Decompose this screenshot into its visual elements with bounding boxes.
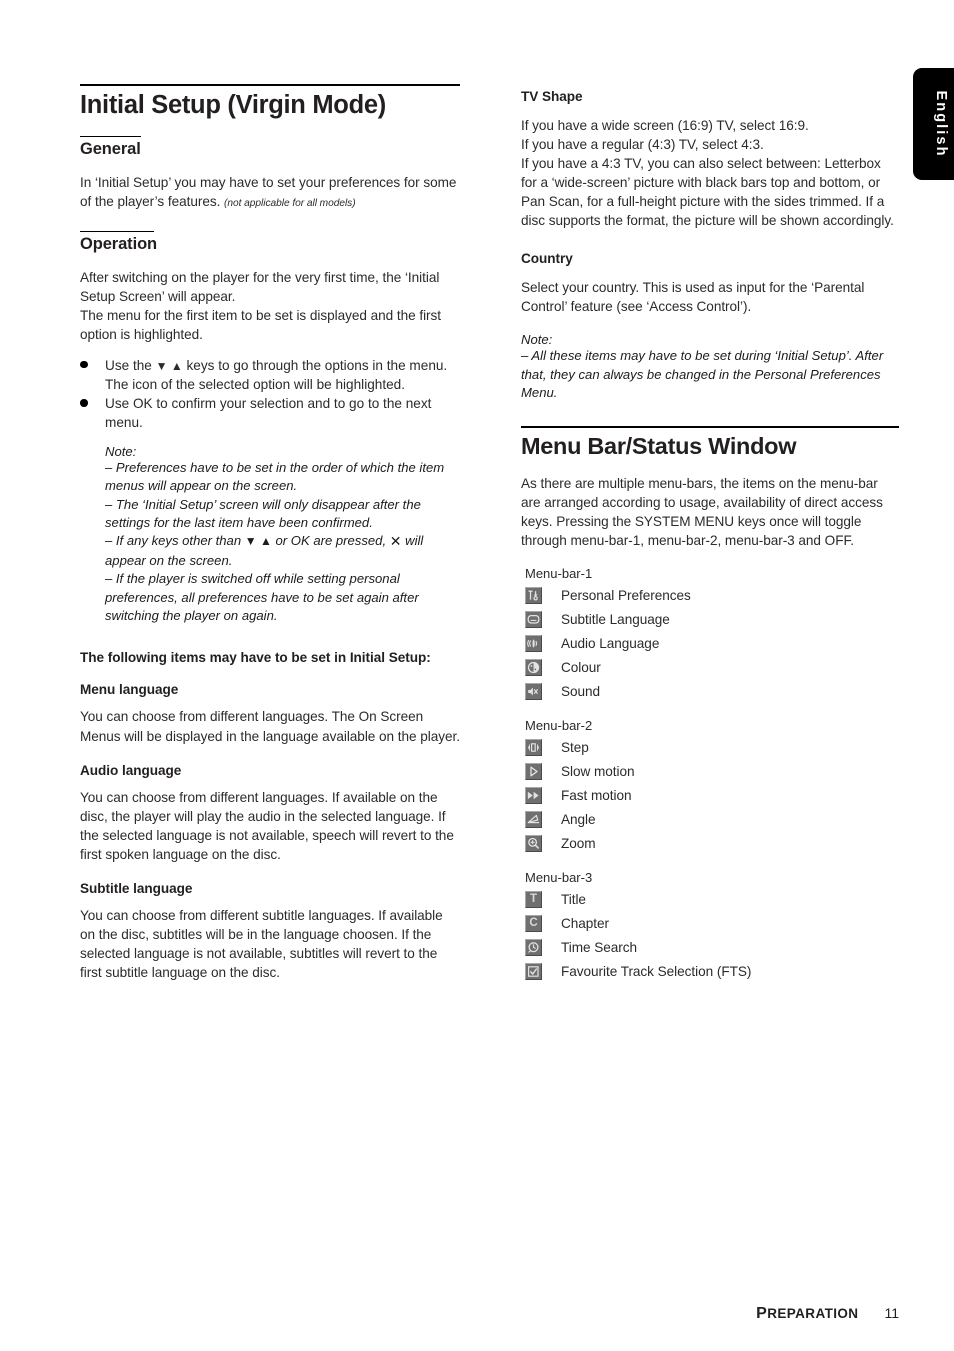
heading-subtitle-language: Subtitle language: [80, 880, 193, 896]
menu-item-sound[interactable]: Sound: [521, 680, 899, 704]
menu-item-audio-language[interactable]: Audio Language: [521, 632, 899, 656]
bullet-dot-icon: [80, 399, 88, 407]
note-3-pre: – If any keys other than: [105, 533, 245, 549]
heading-audio-language: Audio language: [80, 762, 182, 778]
menu-item-label: Sound: [561, 684, 601, 700]
note-item-4: – If the player is switched off while se…: [105, 571, 419, 623]
menu-item-fast-motion[interactable]: Fast motion: [521, 784, 899, 808]
subtitle-language-icon: [525, 611, 542, 629]
bullet-1-pre: Use the: [105, 357, 156, 373]
left-note-block: Note: – Preferences have to be set in th…: [80, 444, 460, 625]
heading-country: Country: [521, 251, 573, 267]
general-paragraph-note: (not applicable for all models): [224, 197, 356, 209]
menu-item-favourite-track-selection[interactable]: Favourite Track Selection (FTS): [521, 960, 899, 984]
menu-item-label: Title: [561, 892, 586, 908]
note-item-3: – If any keys other than ▼ ▲ or OK are p…: [105, 532, 460, 570]
note-item-2: – The ‘Initial Setup’ screen will only d…: [105, 496, 421, 531]
following-items-heading: The following items may have to be set i…: [80, 650, 431, 666]
general-paragraph: In ‘Initial Setup’ you may have to set y…: [80, 173, 460, 211]
body-subtitle-language: You can choose from different subtitle l…: [80, 907, 443, 980]
tv-shape-line-2: If you have a regular (4:3) TV, select 4…: [521, 137, 764, 153]
menu-item-step[interactable]: Step: [521, 736, 899, 760]
cross-symbol-icon: ✕: [389, 533, 402, 550]
step-icon: [525, 739, 542, 757]
bullet-2-text: Use OK to confirm your selection and to …: [105, 396, 432, 431]
tv-shape-line-3: If you have a 4:3 TV, you can also selec…: [521, 156, 894, 229]
title-icon: T: [525, 891, 542, 909]
footer-chapter-rest: REPARATION: [767, 1306, 859, 1321]
menu-item-chapter[interactable]: C Chapter: [521, 912, 899, 936]
note-label: Note:: [105, 444, 137, 460]
operation-paragraph-1: After switching on the player for the ve…: [80, 269, 440, 304]
tv-shape-line-1: If you have a wide screen (16:9) TV, sel…: [521, 118, 809, 134]
sound-icon: [525, 683, 542, 701]
heading-operation: Operation: [80, 234, 158, 253]
menu-item-label: Zoom: [561, 836, 596, 852]
heading-general: General: [80, 139, 141, 158]
menu-item-label: Audio Language: [561, 636, 660, 652]
chapter-icon: C: [525, 915, 542, 933]
arrow-keys-glyph: ▼ ▲: [244, 534, 272, 549]
audio-language-icon: [525, 635, 542, 653]
body-audio-language: You can choose from different languages.…: [80, 789, 454, 862]
menu-item-label: Subtitle Language: [561, 612, 670, 628]
menu-item-label: Slow motion: [561, 764, 635, 780]
document-page: English Initial Setup (Virgin Mode) Gene…: [0, 0, 954, 1351]
menu-bar-3-list: T Title C Chapter Time Search Favourite …: [521, 888, 899, 984]
menu-item-time-search[interactable]: Time Search: [521, 936, 899, 960]
language-tab-english: English: [913, 68, 954, 180]
menu-bar-1-list: Personal Preferences Subtitle Language A…: [521, 584, 899, 704]
menu-bar-2-list: Step Slow motion Fast motion Angle Zoom: [521, 736, 899, 856]
personal-preferences-icon: [525, 587, 542, 605]
menu-bar-intro: As there are multiple menu-bars, the ite…: [521, 475, 883, 548]
right-note-label: Note:: [521, 332, 553, 348]
slow-motion-icon: [525, 763, 542, 781]
left-column: Initial Setup (Virgin Mode) General In ‘…: [80, 84, 460, 982]
menu-item-label: Fast motion: [561, 788, 632, 804]
right-note-item-1: – All these items may have to be set dur…: [521, 348, 884, 401]
operation-bullet-2: Use OK to confirm your selection and to …: [80, 394, 460, 432]
menu-item-label: Step: [561, 740, 589, 756]
operation-paragraph-2: The menu for the first item to be set is…: [80, 307, 441, 342]
heading-menu-language: Menu language: [80, 682, 179, 698]
menu-item-label: Colour: [561, 660, 601, 676]
menu-item-personal-preferences[interactable]: Personal Preferences: [521, 584, 899, 608]
page-title: Initial Setup (Virgin Mode): [80, 91, 386, 119]
favourite-track-selection-icon: [525, 963, 542, 981]
page-footer: PREPARATION 11: [0, 1305, 899, 1323]
note-item-1: – Preferences have to be set in the orde…: [105, 460, 445, 494]
footer-chapter: PREPARATION: [756, 1305, 859, 1322]
zoom-icon: [525, 835, 542, 853]
note-3-mid: or OK are pressed,: [271, 533, 390, 549]
language-tab-label: English: [933, 90, 949, 158]
menu-item-subtitle-language[interactable]: Subtitle Language: [521, 608, 899, 632]
heading-tv-shape: TV Shape: [521, 89, 583, 104]
body-country: Select your country. This is used as inp…: [521, 280, 865, 315]
menu-bar-title: Menu Bar/Status Window: [521, 433, 797, 460]
arrow-keys-glyph: ▼ ▲: [155, 358, 183, 373]
menu-item-colour[interactable]: Colour: [521, 656, 899, 680]
menu-item-angle[interactable]: Angle: [521, 808, 899, 832]
menu-item-label: Chapter: [561, 916, 610, 932]
right-column: TV Shape If you have a wide screen (16:9…: [521, 88, 899, 984]
menu-bar-1-label: Menu-bar-1: [525, 565, 593, 581]
fast-motion-icon: [525, 787, 542, 805]
angle-icon: [525, 811, 542, 829]
menu-item-label: Favourite Track Selection (FTS): [561, 964, 752, 980]
operation-bullet-1: Use the ▼ ▲ keys to go through the optio…: [80, 356, 460, 394]
time-search-icon: [525, 939, 542, 957]
menu-item-title[interactable]: T Title: [521, 888, 899, 912]
bullet-dot-icon: [80, 360, 88, 369]
footer-page-number: 11: [884, 1305, 899, 1321]
body-menu-language: You can choose from different languages.…: [80, 709, 460, 744]
menu-bar-2-label: Menu-bar-2: [525, 717, 593, 733]
menu-item-slow-motion[interactable]: Slow motion: [521, 760, 899, 784]
menu-item-label: Angle: [561, 812, 596, 828]
menu-item-label: Time Search: [561, 940, 638, 956]
footer-chapter-initial: P: [756, 1305, 768, 1322]
menu-item-label: Personal Preferences: [561, 588, 691, 604]
colour-icon: [525, 659, 542, 677]
menu-bar-3-label: Menu-bar-3: [525, 869, 593, 885]
menu-item-zoom[interactable]: Zoom: [521, 832, 899, 856]
